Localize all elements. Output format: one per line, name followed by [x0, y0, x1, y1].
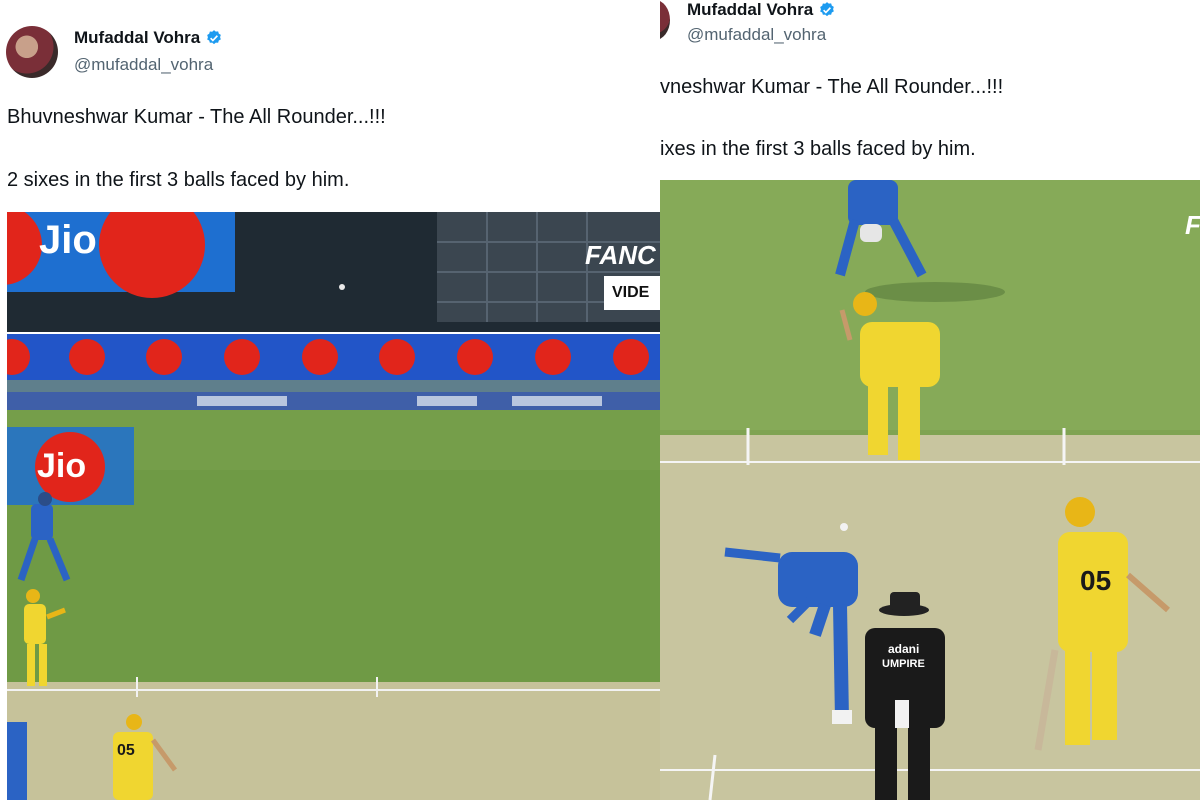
display-name[interactable]: Mufaddal Vohra: [687, 0, 813, 20]
jersey-number: 05: [1080, 565, 1112, 596]
tweet-text-line-1: vneshwar Kumar - The All Rounder...!!!: [660, 76, 1004, 98]
jersey-number: 05: [117, 742, 135, 759]
display-name[interactable]: Mufaddal Vohra: [74, 28, 200, 48]
stadium-scene: [7, 212, 660, 800]
jio-board-text: Jio: [39, 218, 97, 262]
handle[interactable]: @mufaddal_vohra: [74, 55, 213, 75]
tweet-card-right: Mufaddal Vohra @mufaddal_vohra vneshwar …: [660, 0, 1200, 800]
handle[interactable]: @mufaddal_vohra: [687, 25, 826, 45]
umpire-badge: adani: [888, 642, 920, 656]
avatar[interactable]: [6, 26, 58, 78]
avatar[interactable]: [660, 0, 670, 40]
tweet-text-line-2: 2 sixes in the first 3 balls faced by hi…: [7, 169, 350, 191]
tweet-text-line-1: Bhuvneshwar Kumar - The All Rounder...!!…: [7, 106, 386, 128]
tweet-text-line-2: ixes in the first 3 balls faced by him.: [660, 138, 976, 160]
author-row: Mufaddal Vohra: [687, 0, 836, 20]
jio-field-logo-text: Jio: [37, 447, 87, 485]
verified-badge-icon: [207, 30, 222, 45]
video-button-label: VIDE: [612, 284, 650, 301]
tweet-video[interactable]: Jio Jio FANC VIDE 05: [7, 212, 660, 800]
umpire-label: UMPIRE: [882, 658, 925, 670]
overlay-brand: F: [1185, 210, 1200, 240]
pitch-scene: [660, 180, 1200, 800]
video-button[interactable]: VIDE: [604, 276, 660, 310]
author-row: Mufaddal Vohra: [74, 28, 223, 48]
overlay-brand: FANC: [585, 240, 656, 270]
verified-badge-icon: [820, 2, 835, 17]
tweet-video[interactable]: F adani UMPIRE 05: [660, 180, 1200, 800]
tweet-card-left: Mufaddal Vohra @mufaddal_vohra Bhuvneshw…: [0, 0, 660, 800]
